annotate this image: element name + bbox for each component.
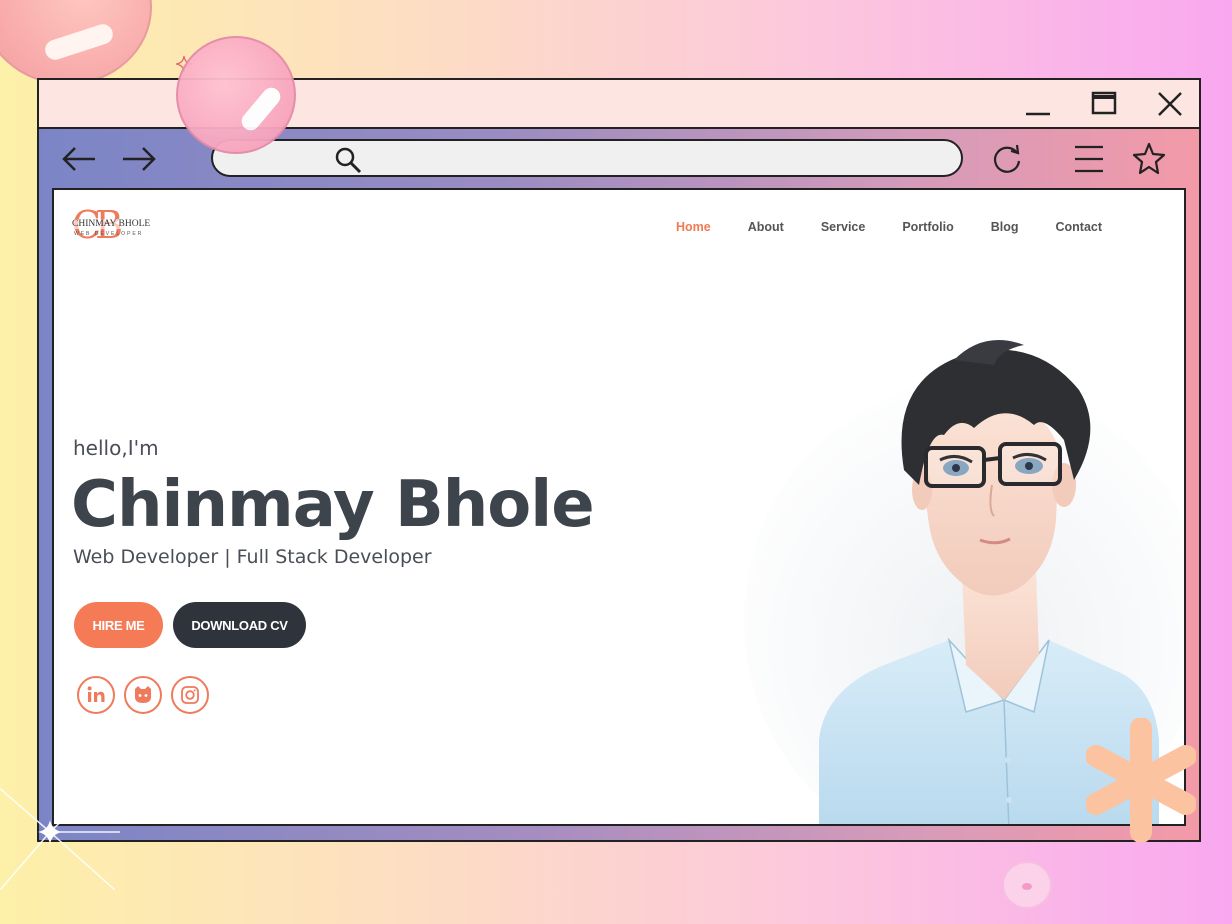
- menu-icon[interactable]: [1071, 141, 1107, 177]
- reload-icon[interactable]: [989, 141, 1025, 177]
- starburst-icon: [0, 770, 120, 890]
- decorative-bubble: [0, 0, 152, 85]
- browser-viewport: CB CHINMAY BHOLE WEB DEVELOPER Home Abou…: [39, 188, 1199, 840]
- maximize-button[interactable]: [1085, 88, 1123, 120]
- minimize-button[interactable]: [1019, 88, 1057, 120]
- forward-button[interactable]: [119, 143, 159, 175]
- decorative-bubble: [1002, 861, 1052, 909]
- close-button[interactable]: [1151, 88, 1189, 120]
- site-logo[interactable]: CB CHINMAY BHOLE WEB DEVELOPER: [72, 204, 151, 248]
- hero-role: Web Developer | Full Stack Developer: [73, 546, 432, 568]
- search-icon: [335, 147, 362, 174]
- nav-home[interactable]: Home: [676, 220, 711, 234]
- back-button[interactable]: [59, 143, 99, 175]
- download-cv-button[interactable]: DOWNLOAD CV: [173, 602, 306, 648]
- instagram-icon: [181, 686, 199, 704]
- asterisk-icon: [1086, 718, 1196, 842]
- linkedin-icon: [87, 686, 105, 702]
- star-icon[interactable]: [1131, 141, 1167, 177]
- nav-blog[interactable]: Blog: [991, 220, 1019, 234]
- decorative-bubble: [176, 36, 296, 154]
- nav-contact[interactable]: Contact: [1056, 220, 1103, 234]
- hero-greeting: hello,I'm: [73, 436, 159, 460]
- hero-name: Chinmay Bhole: [71, 468, 595, 542]
- logo-name: CHINMAY BHOLE: [72, 219, 151, 229]
- minimize-icon: [1026, 112, 1050, 116]
- address-bar[interactable]: [211, 139, 963, 177]
- nav-about[interactable]: About: [748, 220, 784, 234]
- browser-window: CB CHINMAY BHOLE WEB DEVELOPER Home Abou…: [37, 78, 1201, 842]
- instagram-link[interactable]: [171, 676, 209, 714]
- nav-portfolio[interactable]: Portfolio: [902, 220, 953, 234]
- close-icon: [1158, 92, 1182, 116]
- social-links: [77, 676, 209, 714]
- linkedin-link[interactable]: [77, 676, 115, 714]
- web-page: CB CHINMAY BHOLE WEB DEVELOPER Home Abou…: [52, 188, 1186, 826]
- main-nav: Home About Service Portfolio Blog Contac…: [676, 220, 1139, 234]
- logo-tagline: WEB DEVELOPER: [74, 231, 144, 237]
- nav-service[interactable]: Service: [821, 220, 865, 234]
- hire-me-button[interactable]: HIRE ME: [74, 602, 163, 648]
- github-icon: [135, 686, 151, 703]
- maximize-icon: [1091, 91, 1117, 115]
- github-link[interactable]: [124, 676, 162, 714]
